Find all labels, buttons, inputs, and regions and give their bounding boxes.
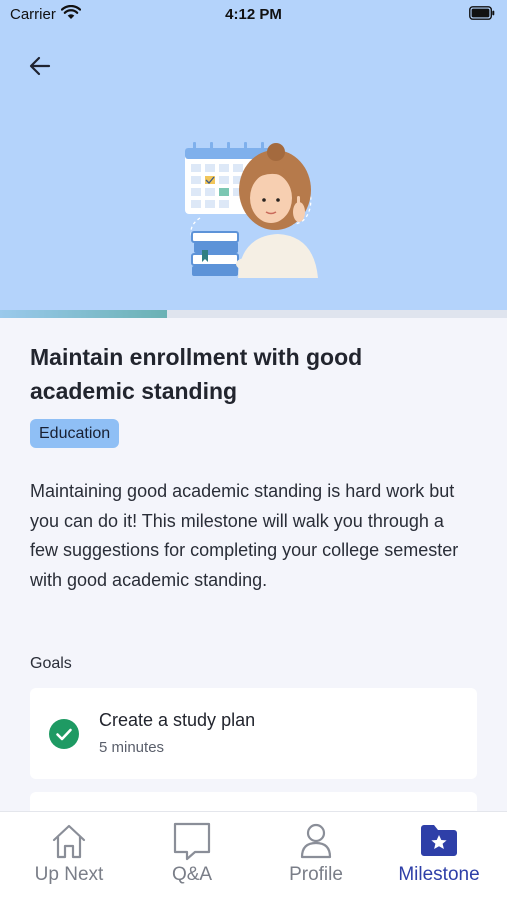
- status-bar: Carrier 4:12 PM: [0, 0, 507, 30]
- goal-card[interactable]: Create a study plan 5 minutes: [30, 688, 477, 779]
- person-icon: [300, 823, 332, 859]
- goal-title: Create a study plan: [99, 710, 256, 730]
- arrow-left-icon: [29, 56, 51, 76]
- milestone-title: Maintain enrollment with good academic s…: [30, 344, 363, 404]
- house-icon: [52, 824, 86, 859]
- milestone-progress-bar: [0, 310, 507, 318]
- battery-icon: [469, 6, 495, 20]
- tab-up-next[interactable]: Up Next: [6, 812, 132, 901]
- tab-milestone[interactable]: Milestone: [376, 812, 502, 901]
- milestone-description: Maintaining good academic standing is ha…: [30, 481, 459, 590]
- status-time: 4:12 PM: [225, 6, 282, 23]
- hero-banner: [0, 0, 507, 310]
- goal-duration: 5 minutes: [99, 739, 165, 756]
- category-badge: Education: [30, 419, 120, 448]
- tab-label: Up Next: [34, 864, 104, 885]
- star-folder-icon: [421, 825, 457, 856]
- check-circle-icon: [49, 719, 79, 749]
- tab-label: Q&A: [171, 864, 213, 885]
- tab-qa[interactable]: Q&A: [129, 812, 255, 901]
- milestone-progress-fill: [0, 310, 168, 318]
- tab-profile[interactable]: Profile: [253, 812, 379, 901]
- goals-heading: Goals: [30, 655, 72, 672]
- student-calendar-illustration: [185, 142, 318, 278]
- tab-bar: Up Next Q&A Profile Milestone: [0, 811, 507, 901]
- chat-bubble-icon: [173, 822, 211, 861]
- tab-label: Profile: [289, 864, 343, 885]
- tab-label: Milestone: [398, 864, 480, 885]
- back-button[interactable]: [22, 48, 58, 84]
